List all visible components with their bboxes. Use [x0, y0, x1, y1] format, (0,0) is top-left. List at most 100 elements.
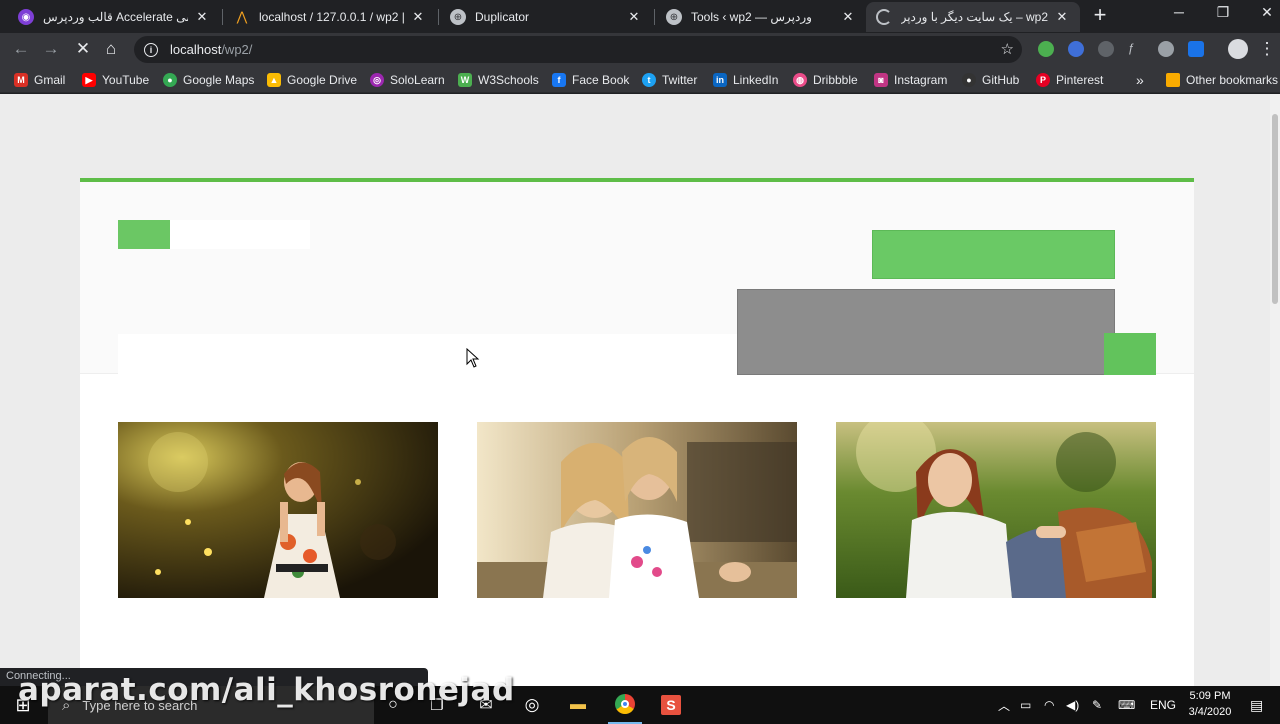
site-logo-placeholder[interactable]: [118, 220, 170, 249]
browser-menu-icon[interactable]: ⋮: [1256, 38, 1278, 60]
maps-pin-icon: ●: [163, 73, 177, 87]
wp-theme-icon: ◉: [18, 9, 34, 25]
browser-tab-strip: ◉ قالب وردپرس Accelerate فارسی ✕ ⋀ local…: [0, 0, 1280, 33]
sublime-app-icon[interactable]: S: [656, 686, 686, 724]
facebook-icon: f: [552, 73, 566, 87]
bookmark-instagram[interactable]: ◙ Instagram: [874, 71, 947, 89]
site-container: [80, 178, 1194, 686]
loading-spinner-icon: [876, 9, 892, 25]
bookmark-google-maps[interactable]: ● Google Maps: [163, 71, 254, 89]
phpmyadmin-icon: ⋀: [236, 9, 248, 24]
scrollbar-thumb[interactable]: [1272, 114, 1278, 304]
folder-icon: [1166, 73, 1180, 87]
new-tab-button[interactable]: +: [1088, 4, 1112, 27]
bookmark-sololearn[interactable]: ◎ SoloLearn: [370, 71, 445, 89]
address-bar[interactable]: i localhost/wp2/ ☆: [134, 36, 1022, 63]
notifications-icon[interactable]: ▤: [1250, 686, 1263, 724]
tab-duplicator[interactable]: ⊕ Duplicator ✕: [440, 2, 652, 32]
bookmarks-overflow-button[interactable]: »: [1136, 71, 1144, 89]
back-button[interactable]: ←: [10, 38, 32, 60]
taskbar-clock[interactable]: 5:09 PM 3/4/2020: [1182, 688, 1238, 720]
wifi-icon[interactable]: ◠: [1044, 686, 1054, 724]
browser-toolbar: ← → ✕ ⌂ i localhost/wp2/ ☆ ƒ ⋮: [0, 33, 1280, 66]
page-scrollbar[interactable]: [1270, 94, 1280, 686]
gmail-icon: M: [14, 73, 28, 87]
close-icon[interactable]: ✕: [194, 9, 210, 25]
tab-accelerate-theme[interactable]: ◉ قالب وردپرس Accelerate فارسی ✕: [8, 2, 220, 32]
header-banner-placeholder[interactable]: [872, 230, 1115, 279]
tab-title: Tools ‹ wp2 — وردپرس: [691, 10, 812, 24]
search-toggle-placeholder[interactable]: [1104, 333, 1156, 375]
close-icon[interactable]: ✕: [1054, 9, 1070, 25]
bookmark-twitter[interactable]: t Twitter: [642, 71, 697, 89]
extension-icon[interactable]: [1038, 41, 1054, 57]
sololearn-icon: ◎: [370, 73, 384, 87]
pen-icon[interactable]: ✎: [1092, 686, 1102, 724]
bookmark-gmail[interactable]: M Gmail: [14, 71, 65, 89]
bookmark-w3schools[interactable]: W W3Schools: [458, 71, 539, 89]
tab-tools-wp2[interactable]: ⊕ Tools ‹ wp2 — وردپرس ✕: [656, 2, 866, 32]
profile-avatar[interactable]: [1228, 39, 1248, 59]
primary-menu-placeholder[interactable]: [118, 334, 737, 374]
bookmark-pinterest[interactable]: P Pinterest: [1036, 71, 1103, 89]
extension-icon[interactable]: ƒ: [1128, 41, 1144, 57]
address-url[interactable]: localhost/wp2/: [170, 42, 252, 57]
restore-button[interactable]: ❐: [1200, 4, 1246, 21]
tray-overflow-icon[interactable]: ︿: [998, 686, 1010, 724]
forward-button[interactable]: →: [40, 38, 62, 60]
tab-separator: [654, 9, 655, 25]
close-icon[interactable]: ✕: [410, 9, 426, 25]
keyboard-icon[interactable]: ⌨: [1118, 686, 1135, 724]
extension-icon[interactable]: [1188, 41, 1204, 57]
tab-phpmyadmin[interactable]: ⋀ localhost / 127.0.0.1 / wp2 | ph ✕: [224, 2, 436, 32]
tab-separator: [438, 9, 439, 25]
tab-separator: [222, 9, 223, 25]
tab-title: Duplicator: [475, 10, 530, 24]
extension-icon[interactable]: [1158, 41, 1174, 57]
tab-title: localhost / 127.0.0.1 / wp2 | ph: [259, 10, 404, 24]
close-icon[interactable]: ✕: [626, 9, 642, 25]
w3schools-icon: W: [458, 73, 472, 87]
volume-icon[interactable]: ◀): [1066, 686, 1079, 724]
chrome-taskbar-icon[interactable]: [608, 686, 642, 724]
bookmark-google-drive[interactable]: ▲ Google Drive: [267, 71, 357, 89]
stop-loading-button[interactable]: ✕: [72, 38, 94, 60]
home-button[interactable]: ⌂: [100, 38, 122, 60]
close-window-button[interactable]: ✕: [1244, 4, 1280, 21]
camera-app-icon[interactable]: ◎: [518, 686, 546, 724]
language-indicator[interactable]: ENG: [1150, 686, 1176, 724]
minimize-button[interactable]: ─: [1156, 4, 1202, 20]
extension-icon[interactable]: [1068, 41, 1084, 57]
file-explorer-icon[interactable]: ▬: [564, 686, 592, 724]
bookmark-github[interactable]: ● GitHub: [962, 71, 1019, 89]
globe-icon: ⊕: [450, 9, 466, 25]
loading-overlay-block: [737, 289, 1115, 375]
globe-icon: ⊕: [666, 9, 682, 25]
battery-icon[interactable]: ▭: [1020, 686, 1031, 724]
close-icon[interactable]: ✕: [840, 9, 856, 25]
drive-icon: ▲: [267, 73, 281, 87]
featured-image-girl-garden[interactable]: [118, 422, 438, 598]
other-bookmarks-folder[interactable]: Other bookmarks: [1166, 71, 1278, 89]
instagram-icon: ◙: [874, 73, 888, 87]
site-header: [80, 182, 1194, 375]
bookmark-dribbble[interactable]: ◍ Dribbble: [793, 71, 858, 89]
site-info-icon[interactable]: i: [144, 42, 158, 57]
bookmarks-bar: M Gmail ▶ YouTube ● Google Maps ▲ Google Dri…: [0, 66, 1280, 93]
bookmark-star-icon[interactable]: ☆: [1001, 40, 1014, 58]
featured-image-woman-grass[interactable]: [836, 422, 1156, 598]
mouse-cursor-icon: [466, 348, 480, 368]
twitter-icon: t: [642, 73, 656, 87]
site-title-placeholder: [170, 220, 310, 249]
bookmark-youtube[interactable]: ▶ YouTube: [82, 71, 149, 89]
featured-image-two-girls[interactable]: [477, 422, 797, 598]
youtube-icon: ▶: [82, 73, 96, 87]
dribbble-icon: ◍: [793, 73, 807, 87]
bookmark-facebook[interactable]: f Face Book: [552, 71, 629, 89]
github-icon: ●: [962, 73, 976, 87]
tab-wp2-active[interactable]: wp2 – یک سایت دیگر با وردپرس فارسی ✕: [866, 2, 1080, 32]
video-watermark: aparat.com/ali_khosronejad: [18, 672, 515, 708]
bookmark-linkedin[interactable]: in LinkedIn: [713, 71, 778, 89]
extension-icon[interactable]: [1098, 41, 1114, 57]
pinterest-icon: P: [1036, 73, 1050, 87]
